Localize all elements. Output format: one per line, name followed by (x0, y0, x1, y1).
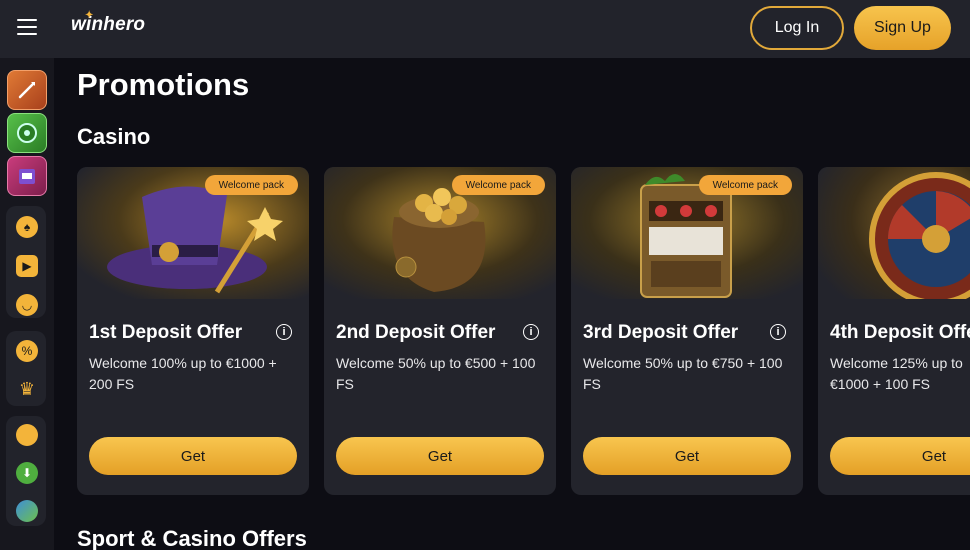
sidebar: ♠ ▶ ◡ % ♛ ⬇ (0, 58, 54, 550)
percent-icon[interactable]: % (16, 340, 38, 362)
card-title: 2nd Deposit Offer (336, 322, 496, 343)
globe-icon[interactable] (16, 500, 38, 522)
roulette-icon[interactable] (7, 113, 47, 153)
info-icon[interactable]: i (276, 324, 292, 340)
main-content: Promotions Casino Welcome pack 1st Depos… (54, 58, 970, 550)
get-button[interactable]: Get (89, 437, 297, 475)
page-title: Promotions (77, 67, 250, 102)
get-button-label: Get (921, 447, 947, 465)
play-icon[interactable]: ▶ (16, 255, 38, 277)
info-icon[interactable]: i (770, 324, 786, 340)
login-button[interactable]: Log In (750, 6, 844, 50)
badge-welcome-pack: Welcome pack (204, 175, 298, 195)
spade-icon[interactable]: ♠ (16, 216, 38, 238)
card-title: 1st Deposit Offer (89, 322, 243, 343)
signup-button[interactable]: Sign Up (854, 6, 951, 50)
card-title: 4th Deposit Offer (830, 322, 970, 343)
promo-card: Welcome pack 1st Deposit Offer i Welcome… (77, 167, 309, 495)
get-button[interactable]: Get (830, 437, 970, 475)
promo-card: Welcome pack 2nd Deposit Offer i Welcome… (324, 167, 556, 495)
promo-card: 4th Deposit Offer Welcome 125% up to €10… (818, 167, 970, 495)
slot-machine-icon[interactable] (7, 156, 47, 196)
badge-welcome-pack: Welcome pack (698, 175, 792, 195)
badge-welcome-pack: Welcome pack (451, 175, 545, 195)
info-icon[interactable]: i (523, 324, 539, 340)
download-icon[interactable]: ⬇ (16, 462, 38, 484)
get-button[interactable]: Get (336, 437, 544, 475)
logo-star-icon: ✦ (85, 10, 94, 21)
card-description: Welcome 125% up to €1000 + 100 FS (830, 355, 963, 392)
section-title-sport-casino: Sport & Casino Offers (77, 526, 307, 550)
site-logo[interactable]: winhero ✦ (71, 10, 146, 36)
promo-card: Welcome pack 3rd Deposit Offer i Welcome… (571, 167, 803, 495)
dart-icon[interactable] (7, 70, 47, 110)
top-bar: winhero ✦ Log In Sign Up (0, 0, 970, 58)
chat-icon[interactable] (16, 424, 38, 446)
fortune-wheel-image (818, 167, 970, 306)
logo-text: winhero (71, 14, 146, 35)
card-title: 3rd Deposit Offer (583, 322, 739, 343)
tennis-ball-icon[interactable]: ◡ (16, 294, 38, 316)
card-description: Welcome 100% up to €1000 + 200 FS (89, 355, 277, 392)
section-title-casino: Casino (77, 124, 151, 149)
crown-icon[interactable]: ♛ (16, 378, 38, 400)
card-description: Welcome 50% up to €500 + 100 FS (336, 355, 536, 392)
card-description: Welcome 50% up to €750 + 100 FS (583, 355, 783, 392)
menu-icon[interactable] (17, 19, 37, 37)
get-button[interactable]: Get (583, 437, 791, 475)
